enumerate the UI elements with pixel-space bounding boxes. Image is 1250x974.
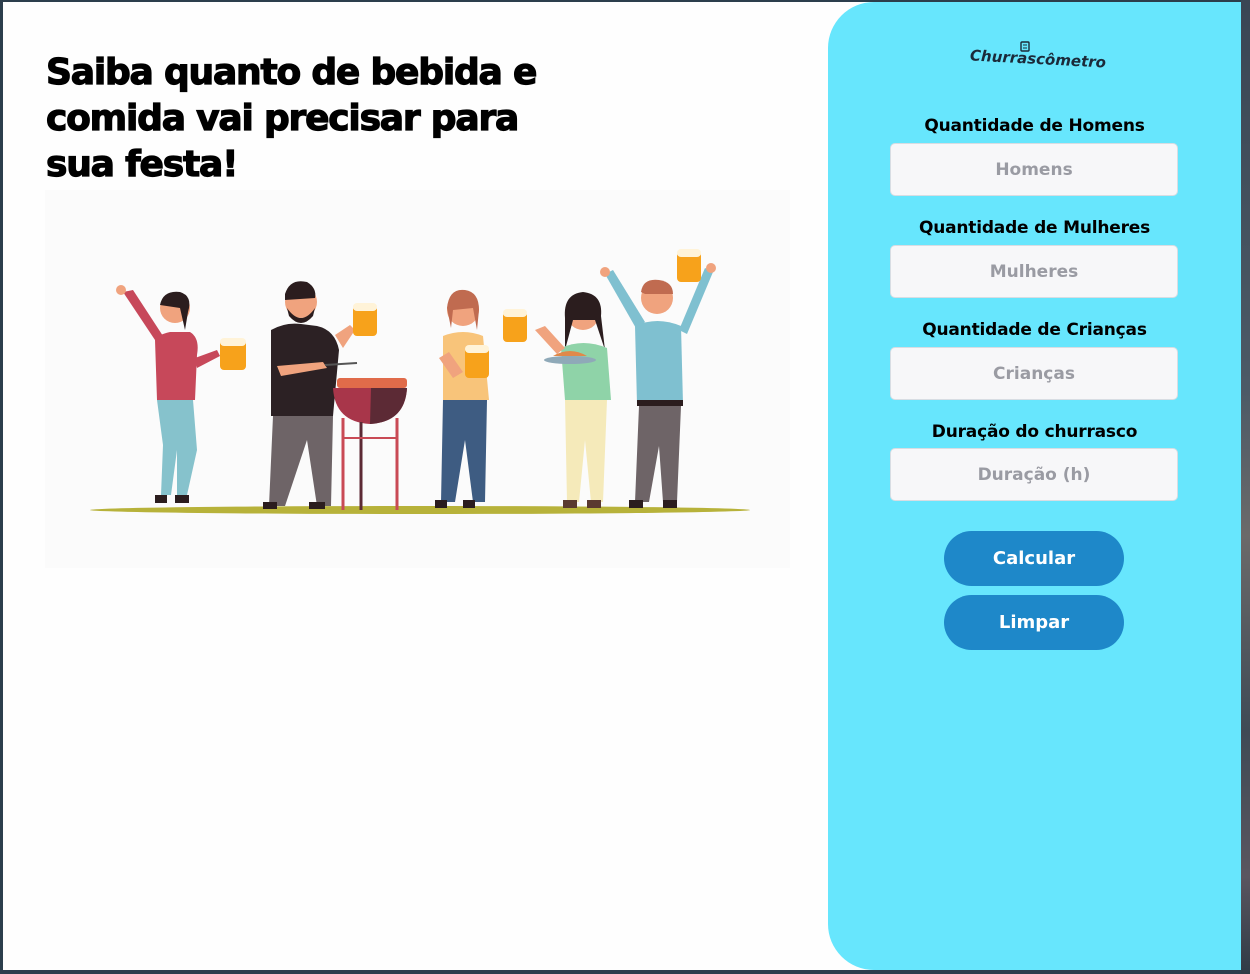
page-headline: Saiba quanto de bebida e comida vai prec… <box>45 51 538 185</box>
grill <box>333 378 407 510</box>
duration-input[interactable] <box>890 448 1178 501</box>
person-man-blue <box>600 249 716 508</box>
page: Saiba quanto de bebida e comida vai prec… <box>3 2 1241 970</box>
person-woman-red <box>116 285 246 503</box>
women-quantity-input[interactable] <box>890 245 1178 298</box>
men-quantity-label: Quantidade de Homens <box>924 116 1145 136</box>
clear-button[interactable]: Limpar <box>944 595 1124 650</box>
children-quantity-label: Quantidade de Crianças <box>922 320 1147 340</box>
calculator-panel: Churrascômetro Quantidade de Homens Quan… <box>828 2 1241 970</box>
duration-label: Duração do churrasco <box>931 422 1138 442</box>
person-woman-yellow <box>435 289 527 508</box>
men-quantity-input[interactable] <box>890 143 1178 196</box>
churrascometro-logo: Churrascômetro <box>968 40 1108 80</box>
person-woman-green <box>535 292 611 508</box>
women-quantity-label: Quantidade de Mulheres <box>918 218 1151 238</box>
barbecue-party-illustration <box>45 190 790 568</box>
children-quantity-input[interactable] <box>890 347 1178 400</box>
desktop-background-strip <box>1241 0 1250 974</box>
calculate-button[interactable]: Calcular <box>944 531 1124 586</box>
